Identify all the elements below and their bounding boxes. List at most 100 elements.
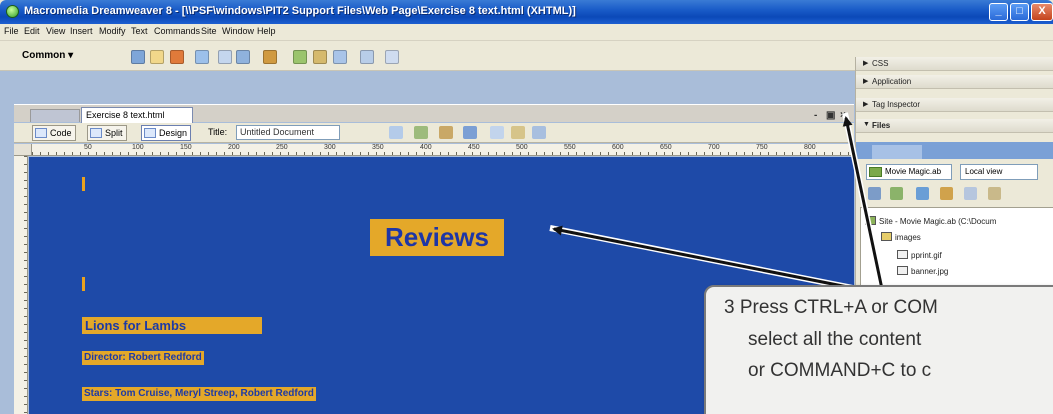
collapse-arrow-icon: ▼	[863, 121, 870, 128]
empty-paragraph-marker	[82, 277, 85, 291]
head-icon[interactable]	[385, 50, 399, 64]
design-view-button[interactable]: Design	[141, 125, 192, 141]
tree-row[interactable]: Site - Movie Magic.ab (C:\Docum	[865, 216, 996, 226]
empty-paragraph-marker	[82, 177, 85, 191]
put-files-icon[interactable]	[940, 187, 953, 200]
menu-view[interactable]: View	[46, 26, 65, 36]
ruler-mark: 500	[516, 144, 528, 151]
expand-arrow-icon: ▶	[863, 78, 869, 85]
media-icon[interactable]	[263, 50, 277, 64]
comment-icon[interactable]	[313, 50, 327, 64]
file-management-icon[interactable]	[389, 126, 403, 139]
tree-row[interactable]: images	[881, 232, 921, 242]
files-panel-tabs	[856, 142, 1053, 159]
menu-file[interactable]: File	[4, 26, 19, 36]
css-panel-header[interactable]: ▶ CSS	[856, 57, 1053, 71]
vertical-ruler	[14, 156, 28, 414]
ruler-mark: 250	[276, 144, 288, 151]
menu-commands[interactable]: Commands	[154, 26, 200, 36]
insert-bar: Common ▾	[0, 41, 855, 71]
window-title: Macromedia Dreamweaver 8 - [\\PSF\window…	[24, 5, 576, 17]
document-restore-icon[interactable]: ▣	[826, 110, 835, 121]
ruler-mark: 50	[84, 144, 92, 151]
ruler-mark: 700	[708, 144, 720, 151]
design-view-label: Design	[159, 128, 188, 138]
ruler-mark: 550	[564, 144, 576, 151]
title-bar[interactable]: Macromedia Dreamweaver 8 - [\\PSF\window…	[0, 0, 1053, 24]
dreamweaver-app-icon	[6, 5, 19, 18]
files-site-bar: Movie Magic.ab Local view	[860, 164, 1053, 184]
title-label: Title:	[208, 127, 228, 137]
menu-site[interactable]: Site	[201, 26, 217, 36]
table-icon[interactable]	[195, 50, 209, 64]
minimize-button[interactable]: _	[989, 3, 1008, 21]
maximize-button[interactable]: □	[1010, 3, 1029, 21]
refresh-icon[interactable]	[890, 187, 903, 200]
tree-row-label: banner.jpg	[911, 267, 949, 276]
split-view-icon	[90, 128, 102, 138]
date-icon[interactable]	[293, 50, 307, 64]
site-folder-icon	[865, 216, 876, 225]
film-title-text[interactable]: Lions for Lambs	[82, 317, 262, 334]
application-panel-header[interactable]: ▶ Application	[856, 75, 1053, 89]
check-out-icon[interactable]	[964, 187, 977, 200]
preview-in-browser-icon[interactable]	[414, 126, 428, 139]
menu-text[interactable]: Text	[131, 26, 148, 36]
menu-insert[interactable]: Insert	[70, 26, 93, 36]
templates-icon[interactable]	[333, 50, 347, 64]
tree-row-label: images	[895, 233, 921, 242]
image-icon[interactable]	[236, 50, 250, 64]
ruler-mark: 750	[756, 144, 768, 151]
insert-category-select[interactable]: Common ▾	[22, 50, 73, 61]
site-select-value: Movie Magic.ab	[885, 167, 942, 176]
layer-icon[interactable]	[218, 50, 232, 64]
instruction-callout: 3 Press CTRL+A or COM select all the con…	[704, 285, 1053, 414]
ruler-mark: 400	[420, 144, 432, 151]
ruler-corner	[14, 144, 32, 156]
menu-window[interactable]: Window	[222, 26, 254, 36]
split-view-button[interactable]: Split	[87, 125, 127, 141]
named-anchor-icon[interactable]	[170, 50, 184, 64]
get-files-icon[interactable]	[916, 187, 929, 200]
menu-edit[interactable]: Edit	[24, 26, 40, 36]
document-tab-active[interactable]: Exercise 8 text.html	[81, 107, 193, 123]
menu-modify[interactable]: Modify	[99, 26, 126, 36]
stars-text[interactable]: Stars: Tom Cruise, Meryl Streep, Robert …	[82, 387, 316, 401]
visual-aids-icon[interactable]	[490, 126, 504, 139]
document-minimize-icon[interactable]: -	[814, 110, 817, 121]
site-select[interactable]: Movie Magic.ab	[866, 164, 952, 180]
ruler-mark: 600	[612, 144, 624, 151]
ruler-mark: 100	[132, 144, 144, 151]
connect-icon[interactable]	[868, 187, 881, 200]
image-file-icon	[897, 250, 908, 259]
files-panel-label: Files	[872, 121, 891, 130]
tree-row[interactable]: pprint.gif	[897, 250, 942, 260]
refresh-design-view-icon[interactable]	[439, 126, 453, 139]
files-panel-header[interactable]: ▼ Files	[856, 119, 1053, 133]
document-title-input[interactable]: Untitled Document	[236, 125, 340, 140]
close-button[interactable]: X	[1031, 3, 1053, 21]
reviews-heading[interactable]: Reviews	[370, 219, 504, 256]
check-in-icon[interactable]	[988, 187, 1001, 200]
files-tab[interactable]	[872, 145, 922, 159]
instruction-line: or COMMAND+C to c	[748, 360, 932, 381]
ruler-mark: 300	[324, 144, 336, 151]
view-select[interactable]: Local view	[960, 164, 1038, 180]
document-tab-inactive[interactable]	[30, 109, 80, 122]
menu-help[interactable]: Help	[257, 26, 276, 36]
ruler-mark: 800	[804, 144, 816, 151]
hyperlink-icon[interactable]	[131, 50, 145, 64]
tree-row-label: Site - Movie Magic.ab (C:\Docum	[879, 217, 997, 226]
view-options-icon[interactable]	[463, 126, 477, 139]
tree-row[interactable]: banner.jpg	[897, 266, 948, 276]
document-close-icon[interactable]: ×	[840, 110, 846, 121]
director-text[interactable]: Director: Robert Redford	[82, 351, 204, 365]
tag-inspector-panel-header[interactable]: ▶ Tag Inspector	[856, 98, 1053, 112]
document-toolbar: Code Split Design Title: Untitled Docume…	[14, 123, 854, 143]
expand-arrow-icon: ▶	[863, 101, 869, 108]
tag-chooser-icon[interactable]	[360, 50, 374, 64]
validate-markup-icon[interactable]	[511, 126, 525, 139]
email-link-icon[interactable]	[150, 50, 164, 64]
check-browser-compatibility-icon[interactable]	[532, 126, 546, 139]
code-view-button[interactable]: Code	[32, 125, 76, 141]
